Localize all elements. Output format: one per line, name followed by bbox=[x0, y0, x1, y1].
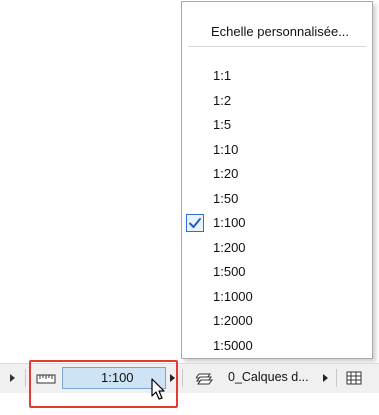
menu-item-label: 1:2 bbox=[213, 92, 232, 108]
divider bbox=[25, 369, 26, 387]
menu-item-scale-1-20[interactable]: 1:20 bbox=[182, 162, 372, 187]
menu-item-scale-1-5000[interactable]: 1:5000 bbox=[182, 334, 372, 359]
menu-item-label: 1:5000 bbox=[213, 337, 253, 353]
menu-item-custom-scale[interactable]: Echelle personnalisée... bbox=[211, 24, 349, 39]
layers-icon bbox=[195, 371, 214, 392]
menu-item-scale-1-50[interactable]: 1:50 bbox=[182, 187, 372, 212]
menu-item-label: 1:5 bbox=[213, 117, 232, 132]
check-icon bbox=[186, 214, 204, 232]
menu-item-label: 1:100 bbox=[213, 215, 246, 230]
menu-item-scale-1-10[interactable]: 1:10 bbox=[182, 138, 372, 163]
menu-item-label: 1:1 bbox=[213, 68, 232, 83]
menu-item-label: 1:1000 bbox=[213, 288, 253, 304]
menu-item-label: 1:2000 bbox=[213, 313, 253, 328]
layer-combination-label[interactable]: 0_Calques d... bbox=[228, 370, 309, 384]
model-view-icon[interactable] bbox=[346, 371, 362, 390]
menu-item-scale-1-100[interactable]: 1:100 bbox=[182, 211, 372, 236]
scale-list: 1:1 1:2 1:5 1:10 1:20 1:50 1:100 1:200 1… bbox=[182, 64, 372, 358]
divider bbox=[336, 369, 337, 387]
menu-item-scale-1-500[interactable]: 1:500 bbox=[182, 260, 372, 285]
menu-separator bbox=[188, 46, 366, 47]
menu-item-scale-1-2[interactable]: 1:2 bbox=[182, 89, 372, 114]
scale-dropdown-menu: Echelle personnalisée... 1:1 1:2 1:5 1:1… bbox=[181, 1, 373, 359]
menu-item-scale-1-1000[interactable]: 1:1000 bbox=[182, 285, 372, 310]
menu-item-scale-1-5[interactable]: 1:5 bbox=[182, 113, 372, 138]
menu-item-label: 1:50 bbox=[213, 190, 239, 206]
menu-item-label: 1:10 bbox=[213, 141, 239, 157]
menu-item-scale-1-1[interactable]: 1:1 bbox=[182, 64, 372, 89]
menu-item-label: 1:500 bbox=[213, 264, 246, 279]
menu-item-scale-1-2000[interactable]: 1:2000 bbox=[182, 309, 372, 334]
chevron-right-icon[interactable] bbox=[323, 374, 328, 382]
cursor-icon bbox=[151, 378, 167, 407]
divider bbox=[182, 369, 183, 387]
menu-item-label: 1:20 bbox=[213, 166, 239, 181]
scroll-arrow-icon[interactable] bbox=[10, 374, 15, 382]
menu-item-label: 1:200 bbox=[213, 239, 246, 255]
menu-item-scale-1-200[interactable]: 1:200 bbox=[182, 236, 372, 261]
